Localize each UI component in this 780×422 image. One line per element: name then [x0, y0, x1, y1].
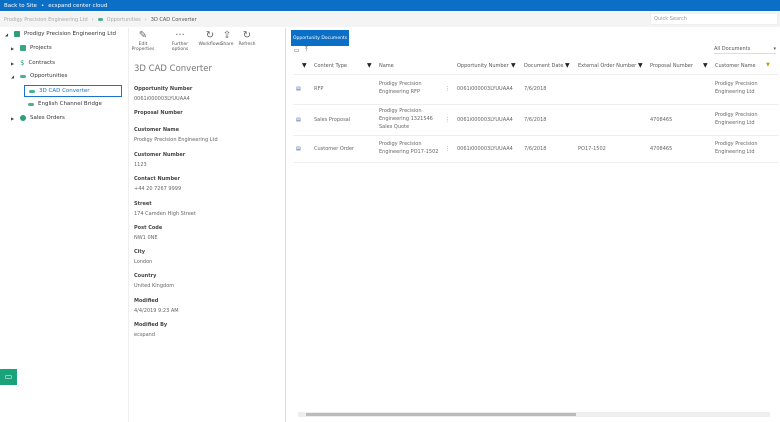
tree-node-english-channel-bridge[interactable]: English Channel Bridge: [28, 101, 102, 107]
share-button[interactable]: ⇪ Share: [219, 30, 235, 47]
view-select[interactable]: All Documents ▾: [714, 46, 776, 54]
back-to-site-link[interactable]: Back to Site: [4, 3, 37, 9]
opportunity-icon: [29, 89, 35, 93]
column-header[interactable]: External Order Number: [578, 63, 636, 69]
tree-node-3d-cad-converter[interactable]: 3D CAD Converter: [24, 85, 122, 97]
field-opportunity-number: Opportunity Number 0061i000003LYUUAA4: [134, 86, 193, 102]
filter-icon[interactable]: ▼: [766, 62, 770, 68]
refresh-icon: ↻: [242, 30, 252, 41]
filter-icon[interactable]: ▼: [638, 62, 643, 69]
folder-icon[interactable]: ▭: [294, 47, 300, 54]
opportunity-icon: [97, 18, 103, 21]
more-icon[interactable]: ⋮: [445, 85, 450, 93]
field-street: Street 174 Camden High Street: [134, 201, 196, 217]
filter-icon[interactable]: ▼: [302, 62, 307, 69]
opportunity-icon: [28, 102, 34, 106]
column-header[interactable]: Proposal Number: [650, 63, 693, 69]
chat-icon[interactable]: ▭: [0, 369, 17, 385]
tree-node-contracts[interactable]: ▶ $ Contracts: [11, 59, 55, 67]
details-title: 3D CAD Converter: [134, 64, 212, 74]
tree-node-projects[interactable]: ▶ Projects: [11, 45, 52, 51]
documents-pane: Opportunity Documents ▭ ⤒ All Documents ▾…: [289, 28, 780, 422]
quick-search-input[interactable]: Quick Search: [650, 13, 778, 25]
further-options-button[interactable]: ··· Further options: [168, 30, 192, 52]
refresh-button[interactable]: ↻ Refresh: [237, 30, 257, 47]
field-post-code: Post Code NW1 0NE: [134, 225, 163, 241]
sales-orders-icon: [20, 115, 26, 121]
column-header[interactable]: Document Date: [524, 63, 563, 69]
field-city: City London: [134, 249, 153, 265]
filter-icon[interactable]: ▼: [703, 62, 708, 69]
details-pane: ✎ Edit Properties ··· Further options ↻ Wor…: [128, 28, 286, 422]
more-icon: ···: [175, 30, 185, 41]
column-header[interactable]: Name: [379, 63, 394, 69]
column-header[interactable]: Opportunity Number: [457, 63, 509, 69]
breadcrumb-item[interactable]: Prodigy Precision Engineering Ltd: [4, 17, 88, 23]
column-header[interactable]: Customer Name: [715, 63, 756, 69]
top-bar: Back to Site • ecspand center cloud: [0, 0, 780, 11]
upload-icon[interactable]: ⤒: [305, 46, 308, 54]
dollar-icon: $: [20, 59, 25, 67]
breadcrumb-current: 3D CAD Converter: [150, 16, 197, 23]
field-modified-by: Modified By ecspand: [134, 322, 168, 338]
table-row[interactable]: ▤ RFP Prodigy Precision Engineering RFP …: [293, 74, 779, 104]
tree-node-sales-orders[interactable]: ▶ Sales Orders: [11, 115, 65, 121]
opportunity-icon: [20, 74, 26, 78]
breadcrumb: Prodigy Precision Engineering Ltd › Oppor…: [0, 12, 780, 27]
more-icon[interactable]: ⋮: [445, 145, 450, 153]
word-document-icon: ▤: [296, 117, 301, 123]
building-icon: [14, 31, 20, 37]
horizontal-scrollbar[interactable]: [298, 412, 770, 417]
projects-icon: [20, 45, 26, 51]
filter-icon[interactable]: ▼: [511, 62, 516, 69]
tree-node-opportunities[interactable]: ◢ Opportunities: [11, 73, 68, 79]
table-row[interactable]: ▤ Customer Order Prodigy Precision Engin…: [293, 135, 779, 163]
field-proposal-number: Proposal Number: [134, 110, 183, 116]
column-header[interactable]: Content Type: [314, 63, 347, 69]
tab-opportunity-documents[interactable]: Opportunity Documents: [291, 30, 349, 46]
breadcrumb-item[interactable]: Opportunities: [107, 17, 141, 23]
chevron-down-icon: ▾: [773, 46, 776, 52]
tree-node-root[interactable]: ◢ Prodigy Precision Engineering Ltd: [5, 31, 116, 37]
field-customer-name: Customer Name Prodigy Precision Engineeri…: [134, 127, 218, 143]
edit-properties-button[interactable]: ✎ Edit Properties: [131, 30, 155, 52]
field-modified: Modified 4/4/2019 9:23 AM: [134, 298, 179, 314]
table-row[interactable]: ▤ Sales Proposal Prodigy Precision Engin…: [293, 104, 779, 135]
field-contact-number: Contact Number +44 20 7267 9999: [134, 176, 182, 192]
pencil-icon: ✎: [138, 30, 148, 41]
filter-icon[interactable]: ▼: [565, 62, 570, 69]
share-icon: ⇪: [222, 30, 232, 41]
filter-icon[interactable]: ▼: [367, 62, 372, 69]
scrollbar-thumb[interactable]: [306, 413, 576, 416]
word-document-icon: ▤: [296, 86, 301, 92]
site-name: ecspand center cloud: [48, 2, 108, 9]
more-icon[interactable]: ⋮: [445, 116, 450, 124]
field-customer-number: Customer Number 1123: [134, 152, 186, 168]
word-document-icon: ▤: [296, 146, 301, 152]
field-country: Country United Kingdom: [134, 273, 175, 289]
